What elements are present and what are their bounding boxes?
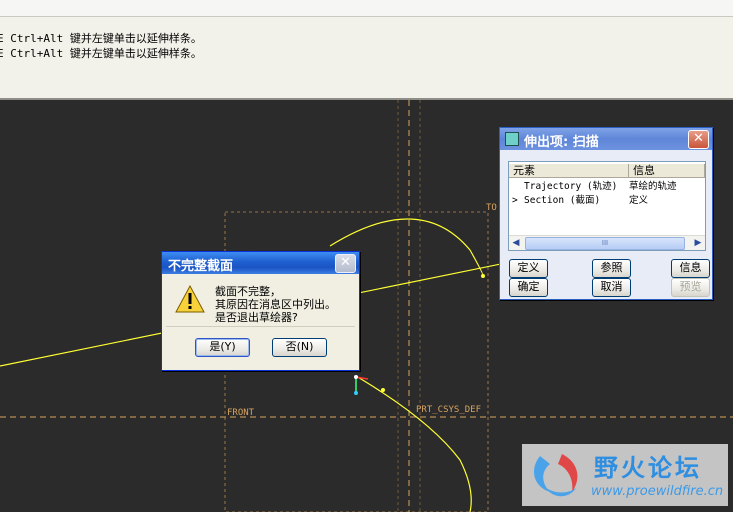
watermark-url: www.proewildfire.cn [591, 484, 724, 499]
message-line: E Ctrl+Alt 键并左键单击以延伸样条。 [0, 32, 202, 45]
warning-icon [175, 285, 205, 313]
dialog-title: 不完整截面 [168, 259, 234, 274]
dialog-titlebar[interactable]: 伸出项: 扫描 ✕ [500, 128, 712, 150]
datum-label: FRONT [227, 408, 255, 418]
column-header-element[interactable]: 元素 [509, 164, 629, 178]
scroll-right-icon[interactable]: ▶ [691, 236, 705, 250]
ok-button[interactable]: 确定 [509, 278, 548, 297]
message-line: 是否退出草绘器? [215, 311, 298, 324]
top-toolbar-strip [0, 0, 733, 17]
dialog-title: 伸出项: 扫描 [524, 135, 599, 150]
row-info: 草绘的轨迹 [629, 181, 677, 192]
list-item[interactable]: Trajectory (轨迹) 草绘的轨迹 [509, 180, 705, 194]
horizontal-scrollbar[interactable]: ◀ III ▶ [509, 235, 705, 250]
datum-label: TO [486, 203, 497, 213]
row-element: Trajectory (轨迹) [524, 181, 618, 192]
scroll-left-icon[interactable]: ◀ [509, 236, 523, 250]
preview-button[interactable]: 预览 [671, 278, 710, 297]
dialog-titlebar[interactable]: 不完整截面 ✕ [162, 252, 359, 274]
incomplete-section-dialog: 不完整截面 ✕ 截面不完整， 其原因在消息区中列出。 是否退出草绘器? 是(Y)… [161, 251, 360, 371]
scroll-thumb[interactable]: III [525, 237, 685, 250]
define-button[interactable]: 定义 [509, 259, 548, 278]
datum-label: PRT_CSYS_DEF [416, 405, 481, 415]
forum-logo-icon [534, 454, 578, 497]
list-item[interactable]: > Section (截面) 定义 [509, 194, 705, 208]
row-info: 定义 [629, 195, 649, 206]
row-marker: > [512, 195, 518, 206]
info-button[interactable]: 信息 [671, 259, 710, 278]
message-line: E Ctrl+Alt 键并左键单击以延伸样条。 [0, 47, 202, 60]
no-button[interactable]: 否(N) [272, 338, 327, 357]
reference-button[interactable]: 参照 [592, 259, 631, 278]
element-list[interactable]: 元素 信息 Trajectory (轨迹) 草绘的轨迹 > Section (截… [508, 161, 706, 251]
watermark: 野火论坛 www.proewildfire.cn [522, 444, 728, 506]
trajectory-spline [355, 375, 472, 512]
row-element: Section (截面) [524, 195, 601, 206]
column-header-info[interactable]: 信息 [629, 164, 705, 178]
divider [166, 326, 355, 327]
close-button[interactable]: ✕ [688, 130, 709, 149]
watermark-title: 野火论坛 [594, 454, 702, 482]
close-button[interactable]: ✕ [335, 254, 356, 273]
message-area: E Ctrl+Alt 键并左键单击以延伸样条。 E Ctrl+Alt 键并左键单… [0, 17, 733, 100]
sweep-feature-dialog: 伸出项: 扫描 ✕ 元素 信息 Trajectory (轨迹) 草绘的轨迹 > … [499, 127, 713, 300]
app-icon [505, 132, 519, 146]
yes-button[interactable]: 是(Y) [195, 338, 250, 357]
cancel-button[interactable]: 取消 [592, 278, 631, 297]
